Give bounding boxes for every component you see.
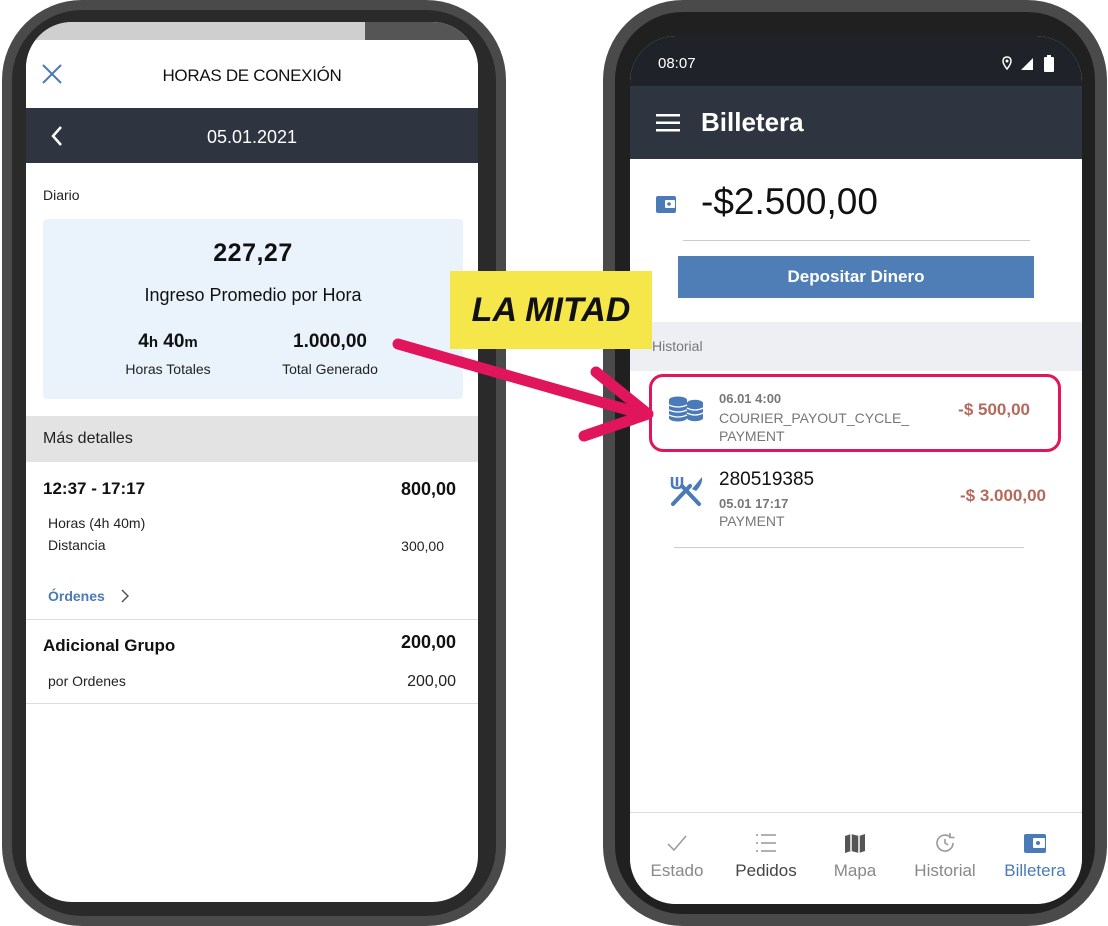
per-orders-value: 200,00 — [407, 673, 456, 690]
checkmark-icon — [667, 835, 687, 852]
bottom-navigation: Estado Pedidos Mapa Historial Billetera — [630, 812, 1082, 904]
app-bar — [630, 86, 1082, 159]
total-generated-value: 1.000,00 — [293, 331, 367, 352]
callout-label: LA MITAD — [450, 271, 652, 349]
transaction-id: 280519385 — [719, 469, 815, 490]
location-icon — [1002, 56, 1012, 70]
transaction-date: 05.01 17:17 — [719, 496, 789, 511]
transaction-type: PAYMENT — [719, 513, 785, 529]
divider — [26, 619, 478, 620]
status-bar — [26, 22, 478, 40]
nav-pedidos[interactable]: Pedidos — [721, 813, 811, 904]
divider — [683, 240, 1030, 241]
transaction-amount: -$ 3.000,00 — [959, 486, 1046, 505]
status-time: 08:07 — [658, 55, 696, 72]
divider — [26, 703, 478, 704]
nav-estado[interactable]: Estado — [632, 813, 722, 904]
divider — [674, 547, 1024, 548]
total-hours-label: Horas Totales — [125, 361, 211, 377]
shift-hours: Horas (4h 40m) — [48, 515, 146, 531]
right-phone-screen: 08:07 Billetera -$2.500,00 Depositar Din… — [630, 36, 1082, 904]
page-title: HORAS DE CONEXIÓN — [162, 66, 342, 85]
avg-income-value: 227,27 — [213, 239, 293, 267]
per-orders-label: por Ordenes — [48, 673, 126, 689]
total-hours-value: 4h 40m — [138, 331, 198, 352]
nav-mapa[interactable]: Mapa — [810, 813, 900, 904]
wallet-icon — [656, 196, 676, 213]
group-bonus-amount: 200,00 — [400, 632, 456, 652]
app-title: Billetera — [701, 107, 804, 137]
battery-icon — [1044, 55, 1054, 72]
distance-value: 300,00 — [401, 538, 444, 554]
avg-income-label: Ingreso Promedio por Hora — [144, 285, 362, 305]
section-label: Diario — [43, 187, 80, 203]
fork-knife-icon — [670, 477, 703, 506]
history-icon — [936, 833, 955, 852]
transaction-highlight-box — [649, 374, 1061, 452]
shift-amount: 800,00 — [400, 479, 456, 499]
chevron-right-icon[interactable] — [120, 589, 129, 603]
group-bonus-title: Adicional Grupo — [43, 636, 176, 655]
signal-icon — [1021, 58, 1033, 70]
left-phone-screen: HORAS DE CONEXIÓN 05.01.2021 Diario 227,… — [26, 22, 478, 902]
deposit-money-button[interactable]: Depositar Dinero — [678, 256, 1034, 298]
hamburger-menu-icon[interactable] — [656, 114, 680, 132]
nav-billetera[interactable]: Billetera — [990, 813, 1080, 904]
list-icon — [756, 834, 776, 852]
history-header: Historial — [630, 322, 1082, 371]
status-bar — [630, 36, 1082, 86]
total-generated-label: Total Generado — [282, 361, 378, 377]
orders-link[interactable]: Órdenes — [48, 588, 105, 604]
distance-label: Distancia — [48, 537, 106, 553]
nav-historial[interactable]: Historial — [900, 813, 990, 904]
date-label: 05.01.2021 — [206, 127, 298, 147]
shift-time-range: 12:37 - 17:17 — [43, 479, 146, 498]
map-icon — [845, 834, 865, 853]
wallet-balance: -$2.500,00 — [701, 181, 878, 222]
wallet-icon — [1024, 834, 1046, 853]
